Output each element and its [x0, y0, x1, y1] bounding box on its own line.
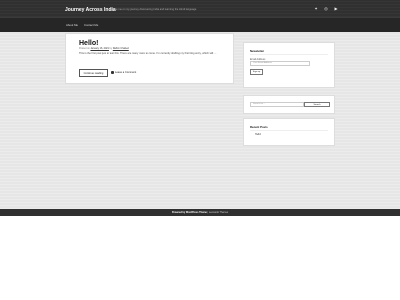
twitter-icon[interactable]: ✦	[314, 7, 318, 11]
recent-posts-title: Recent Posts	[250, 125, 268, 129]
newsletter-title: Newsletter	[250, 49, 265, 53]
site-footer: Powered by WordPress Theme | Leonardo Th…	[0, 209, 400, 216]
social-links: ✦ ◎ ▶	[314, 7, 338, 11]
site-title[interactable]: Journey Across India	[65, 7, 116, 13]
email-field[interactable]: Your Email Address	[250, 61, 310, 66]
nav-about-me[interactable]: About Me	[66, 23, 78, 27]
newsletter-widget: Newsletter Email Address Your Email Addr…	[243, 42, 335, 88]
site-description: Follow me on my journey discovering Indi…	[110, 8, 197, 11]
recent-posts-widget: Recent Posts Hello!	[243, 118, 335, 146]
post-meta: Posted on January 16, 2021 by Rahim Chab…	[79, 47, 129, 50]
post-author[interactable]: Rahim Chabed	[113, 47, 129, 50]
footer-credits: Powered by WordPress Theme | Leonardo Th…	[0, 211, 400, 214]
nav-contact-me[interactable]: Contact Me	[84, 23, 98, 27]
sign-up-button[interactable]: Sign up	[250, 69, 263, 75]
comment-icon	[111, 71, 114, 74]
search-widget: Search for… Search	[243, 95, 335, 114]
main-navigation: About Me Contact Me	[0, 17, 400, 32]
search-input[interactable]: Search for…	[250, 102, 304, 107]
continue-reading-button[interactable]: Continue reading	[79, 69, 108, 77]
widget-divider	[250, 54, 328, 55]
post-date[interactable]: January 16, 2021	[90, 47, 108, 50]
search-button[interactable]: Search	[304, 102, 330, 107]
post-meta-by: by	[109, 47, 113, 50]
footer-prefix: Powered by	[171, 210, 186, 214]
site-header: Journey Across India Follow me on my jou…	[0, 0, 400, 32]
post-title[interactable]: Hello!	[79, 40, 98, 47]
widget-divider	[250, 130, 328, 131]
recent-post-link[interactable]: Hello!	[255, 133, 261, 136]
leave-comment-label: Leave a Comment	[115, 71, 137, 74]
leave-comment-link[interactable]: Leave a Comment	[111, 71, 136, 74]
footer-brand[interactable]: WordPress Theme	[186, 211, 207, 214]
post-card: Hello! Posted on January 16, 2021 by Rah…	[65, 33, 234, 84]
post-excerpt: This is the first post just to test this…	[79, 52, 217, 55]
youtube-icon[interactable]: ▶	[334, 7, 338, 11]
post-meta-prefix: Posted on	[79, 47, 90, 50]
footer-rest: | Leonardo Themes	[207, 210, 229, 214]
instagram-icon[interactable]: ◎	[324, 7, 328, 11]
